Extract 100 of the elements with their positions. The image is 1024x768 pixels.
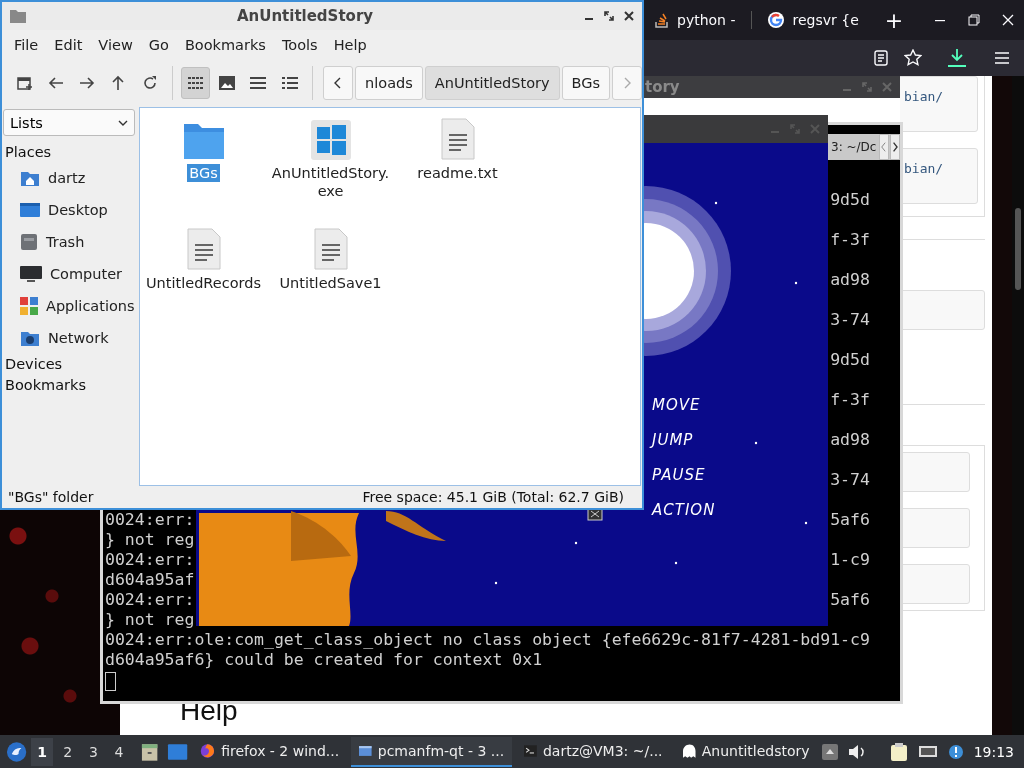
path-button[interactable]: nloads — [355, 66, 423, 100]
window-title: tory — [645, 78, 680, 96]
scroll-right-button[interactable] — [612, 66, 643, 100]
desktop-icon — [20, 202, 40, 218]
terminal-line: 5af6 — [830, 510, 870, 530]
pane-mode-dropdown[interactable]: Lists — [3, 109, 135, 136]
network-icon — [20, 329, 40, 347]
game-menu-item[interactable]: PAUSE — [652, 465, 716, 486]
browser-tab[interactable]: python - — [645, 4, 746, 36]
folder-icon — [182, 122, 225, 160]
place-item[interactable]: Applications — [2, 290, 139, 322]
free-space-text: Free space: 45.1 GiB (Total: 62.7 GiB) — [362, 489, 624, 505]
speaker-icon[interactable] — [847, 743, 866, 760]
terminal-line: d604a95af6} could be created for context 0x1 — [105, 650, 543, 670]
file-name[interactable]: UntitledRecords — [144, 274, 263, 292]
chevron-right-icon — [623, 77, 632, 89]
text-file-icon — [440, 118, 475, 160]
caret-icon — [118, 119, 128, 126]
clipboard-icon[interactable] — [889, 741, 908, 762]
menu-item[interactable]: Tools — [273, 33, 326, 57]
colored-ring-icon — [768, 12, 785, 28]
terminal-line: f-3f — [830, 390, 870, 411]
view-mode-button[interactable] — [181, 67, 211, 99]
file-name[interactable]: UntitledSave1 — [277, 274, 384, 292]
terminal-line: } not reg — [105, 530, 195, 550]
new-tab-icon — [16, 75, 33, 91]
taskbar-task[interactable]: pcmanfm-qt - 3 ... — [351, 736, 513, 767]
terminal-line: 0024:err: — [105, 590, 195, 610]
monitor-icon — [20, 265, 42, 283]
scroll-right-icon[interactable] — [890, 134, 900, 160]
terminal-line: 0024:err: — [105, 550, 195, 570]
window-icon[interactable] — [167, 742, 189, 761]
terminal-line: d604a95af — [105, 570, 195, 590]
terminal-icon — [524, 742, 537, 759]
workspace-button[interactable]: 4 — [108, 737, 130, 766]
text-file-icon — [313, 228, 348, 270]
workspace-button[interactable]: 2 — [56, 737, 79, 766]
text-file-icon — [186, 228, 221, 270]
window-title: AnUntitledStory — [235, 7, 375, 25]
terminal-line: 3-74 — [830, 310, 870, 331]
file-name[interactable]: readme.txt — [415, 164, 500, 182]
terminal-line: 0024:err:ole:com_get_class_object no class object {efe6629c-81f7-4281-bd91-c9 — [105, 630, 870, 650]
menu-item[interactable]: Bookmarks — [176, 33, 274, 57]
path-button[interactable]: AnUntitledStory — [424, 66, 560, 100]
file-name[interactable]: AnUntitledStory.exe — [269, 164, 392, 200]
terminal-tab[interactable]: 3: ~/Dc — [831, 140, 879, 154]
up-arrow-icon — [111, 75, 126, 91]
trash-icon — [20, 233, 38, 251]
new-tab-button[interactable]: + — [884, 7, 904, 33]
menu-item[interactable]: File — [6, 33, 47, 57]
taskbar-task[interactable]: dartz@VM3: ~/... — [516, 736, 671, 767]
start-menu-icon[interactable] — [6, 740, 28, 763]
network-icon[interactable] — [917, 743, 938, 760]
windows-logo-icon — [310, 120, 351, 160]
terminal-line: 0024:err: — [105, 510, 195, 530]
section-heading: Places — [4, 143, 53, 162]
reader-view-icon[interactable] — [874, 50, 888, 66]
place-item[interactable]: Trash — [2, 226, 139, 258]
menu-item[interactable]: Edit — [46, 33, 91, 57]
terminal-line: 1-c9 — [830, 550, 870, 570]
file-cabinet-icon[interactable] — [139, 741, 160, 762]
section-heading[interactable]: Bookmarks — [2, 375, 139, 396]
terminal-line: } not reg — [105, 610, 195, 630]
terminal-line: 3-74 — [830, 470, 870, 491]
stack-icon — [655, 12, 669, 28]
left-arrow-icon — [47, 76, 64, 90]
place-item[interactable]: dartz — [2, 162, 139, 194]
section-heading[interactable]: Devices — [2, 354, 139, 375]
taskbar-task[interactable]: Anuntitledstory — [674, 736, 818, 767]
menu-item[interactable]: View — [90, 33, 141, 57]
star-icon[interactable] — [904, 49, 922, 67]
workspace-button[interactable]: 3 — [82, 737, 105, 766]
menu-item[interactable]: Go — [140, 33, 177, 57]
taskbar-task[interactable]: firefox - 2 wind... — [192, 736, 348, 767]
maximize-icon[interactable] — [604, 11, 614, 21]
right-arrow-icon — [79, 76, 96, 90]
path-button[interactable]: BGs — [561, 66, 611, 100]
workspace-button[interactable]: 1 — [31, 737, 53, 766]
clock[interactable]: 19:13 — [973, 743, 1018, 760]
terminal-line: ad98 — [830, 430, 870, 451]
close-icon[interactable] — [624, 11, 634, 21]
terminal-line: 5af6 — [830, 590, 870, 610]
lines-icon — [250, 77, 267, 89]
list-icon — [281, 77, 298, 89]
menu-icon[interactable] — [994, 51, 1010, 65]
scrollbar-thumb[interactable] — [1015, 208, 1021, 290]
game-menu-item[interactable]: MOVE — [652, 395, 716, 416]
folder-icon — [10, 9, 26, 23]
place-item[interactable]: Desktop — [2, 194, 139, 226]
restore-icon[interactable] — [968, 14, 980, 26]
place-item[interactable]: Network — [2, 322, 139, 354]
terminal-line: 9d5d — [830, 190, 870, 211]
notification-icon[interactable] — [947, 743, 964, 760]
place-item[interactable]: Computer — [2, 258, 139, 290]
terminal-line: 9d5d — [830, 350, 870, 371]
menu-item[interactable]: Help — [325, 33, 375, 57]
browser-tab[interactable]: regsvr {e — [758, 4, 869, 36]
download-icon[interactable] — [946, 48, 968, 68]
text-cursor — [105, 672, 116, 691]
game-menu-item[interactable]: ACTION — [652, 500, 716, 521]
